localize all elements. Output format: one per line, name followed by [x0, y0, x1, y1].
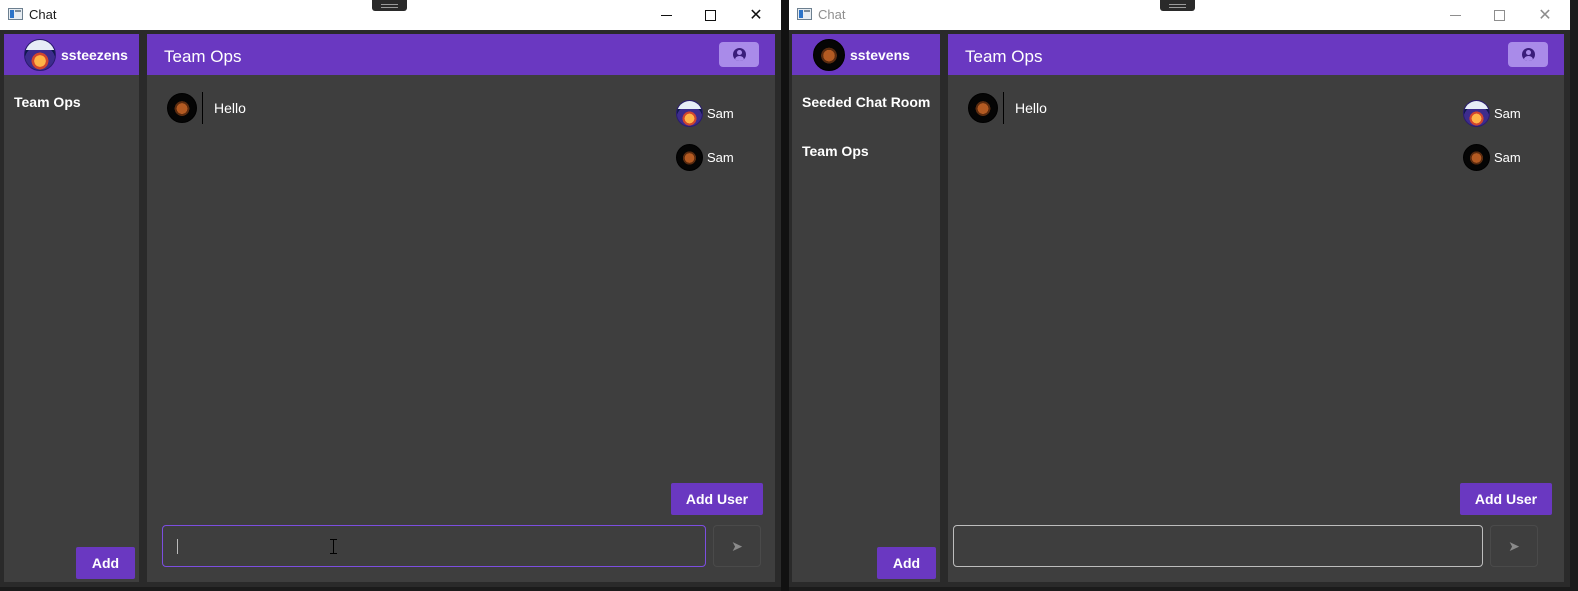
- message-divider: [202, 92, 203, 124]
- close-icon: ✕: [749, 7, 763, 24]
- room-item-team-ops[interactable]: Team Ops: [14, 94, 81, 143]
- app-icon: [797, 8, 812, 20]
- chat-panel: Team Ops Hello Sam Sam Add User ➤: [147, 34, 775, 582]
- member-item: Sam: [676, 91, 734, 135]
- message-item: Hello: [968, 92, 1047, 124]
- room-list: Seeded Chat Room Team Ops: [802, 94, 930, 192]
- minimize-icon: [1449, 14, 1461, 16]
- room-header: Team Ops: [147, 34, 775, 75]
- message-avatar: [968, 93, 998, 123]
- member-list: Sam Sam: [1463, 91, 1521, 179]
- user-avatar: [24, 38, 56, 71]
- screen-edge: [1570, 0, 1578, 591]
- member-name: Sam: [1494, 149, 1521, 165]
- room-item-seeded-chat-room[interactable]: Seeded Chat Room: [802, 94, 930, 143]
- member-avatar: [676, 143, 703, 171]
- maximize-icon: [704, 9, 716, 21]
- minimize-icon: [660, 14, 672, 16]
- member-name: Sam: [707, 149, 734, 165]
- message-text: Hello: [1015, 100, 1047, 116]
- close-button[interactable]: ✕: [734, 0, 778, 30]
- send-icon: ➤: [731, 537, 743, 554]
- member-item: Sam: [1463, 91, 1521, 135]
- message-text: Hello: [214, 100, 246, 116]
- maximize-button[interactable]: [688, 0, 732, 30]
- room-header: Team Ops: [948, 34, 1564, 75]
- message-divider: [1003, 92, 1004, 124]
- room-sidebar: sstevens Seeded Chat Room Team Ops Add: [792, 34, 940, 582]
- account-button[interactable]: [719, 42, 759, 67]
- window-gap: [781, 0, 789, 591]
- app-icon: [8, 8, 23, 20]
- add-user-button[interactable]: Add User: [671, 483, 763, 515]
- message-avatar: [167, 93, 197, 123]
- account-circle-icon: [1521, 48, 1535, 61]
- drag-handle[interactable]: [372, 0, 407, 11]
- current-user: sstevens: [792, 34, 940, 75]
- member-list: Sam Sam: [676, 91, 734, 179]
- user-avatar: [813, 38, 845, 71]
- member-item: Sam: [1463, 135, 1521, 179]
- drag-handle[interactable]: [1160, 0, 1195, 11]
- room-list: Team Ops: [14, 94, 81, 143]
- member-avatar: [1463, 99, 1490, 127]
- text-cursor-icon: [330, 539, 340, 554]
- minimize-button[interactable]: [1433, 0, 1477, 30]
- send-button[interactable]: ➤: [713, 525, 761, 567]
- username: ssteezens: [61, 46, 128, 63]
- send-icon: ➤: [1508, 537, 1520, 554]
- window-title: Chat: [818, 7, 846, 22]
- window-title: Chat: [29, 7, 57, 22]
- room-title: Team Ops: [164, 47, 242, 66]
- username: sstevens: [850, 46, 910, 63]
- room-sidebar: ssteezens Team Ops Add: [4, 34, 139, 582]
- chat-panel: Team Ops Hello Sam Sam Add User ➤: [948, 34, 1564, 582]
- minimize-button[interactable]: [644, 0, 688, 30]
- chat-window-right: Chat ✕ sstevens Seeded Chat Room Team Op…: [789, 0, 1570, 587]
- account-circle-icon: [732, 48, 746, 61]
- chat-window-left: Chat ✕ ssteezens Team Ops Add Team Ops H…: [0, 0, 781, 587]
- maximize-icon: [1493, 9, 1505, 21]
- message-item: Hello: [167, 92, 246, 124]
- account-button[interactable]: [1508, 42, 1548, 67]
- room-item-team-ops[interactable]: Team Ops: [802, 143, 930, 192]
- title-bar[interactable]: Chat ✕: [789, 0, 1570, 30]
- add-user-button[interactable]: Add User: [1460, 483, 1552, 515]
- member-avatar: [676, 99, 703, 127]
- add-room-button[interactable]: Add: [76, 547, 135, 579]
- member-avatar: [1463, 143, 1490, 171]
- message-input[interactable]: [953, 525, 1483, 567]
- add-room-button[interactable]: Add: [877, 547, 936, 579]
- room-title: Team Ops: [965, 47, 1043, 66]
- close-icon: ✕: [1538, 7, 1552, 24]
- member-item: Sam: [676, 135, 734, 179]
- message-input[interactable]: [162, 525, 706, 567]
- current-user: ssteezens: [4, 34, 139, 75]
- maximize-button[interactable]: [1477, 0, 1521, 30]
- close-button[interactable]: ✕: [1523, 0, 1567, 30]
- title-bar[interactable]: Chat ✕: [0, 0, 781, 30]
- member-name: Sam: [707, 105, 734, 121]
- member-name: Sam: [1494, 105, 1521, 121]
- send-button[interactable]: ➤: [1490, 525, 1538, 567]
